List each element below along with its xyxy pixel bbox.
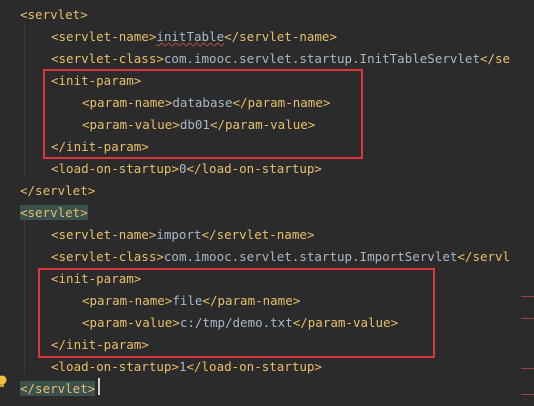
xml-tag: <load-on-startup> xyxy=(51,359,179,374)
code-line[interactable]: <servlet> xyxy=(0,202,534,224)
error-stripe-marker[interactable] xyxy=(521,296,534,297)
xml-tag: </load-on-startup> xyxy=(186,359,322,374)
lightbulb-icon[interactable] xyxy=(0,375,7,389)
error-stripe-marker[interactable] xyxy=(521,318,534,319)
code-line[interactable]: <load-on-startup>1</load-on-startup> xyxy=(0,356,534,378)
xml-text: com.imooc.servlet.startup.InitTableServl… xyxy=(163,51,480,66)
annotation-box-init-param-1 xyxy=(43,69,363,159)
code-line[interactable]: <servlet-name>import</servlet-name> xyxy=(0,224,534,246)
error-stripe-marker[interactable] xyxy=(521,394,534,395)
code-line[interactable]: <servlet-class>com.imooc.servlet.startup… xyxy=(0,48,534,70)
xml-text: initTable xyxy=(156,29,225,44)
xml-tag: </servlet> xyxy=(20,381,96,396)
code-line[interactable]: <servlet> xyxy=(0,4,534,26)
indent-guide xyxy=(24,220,25,374)
xml-tag: </servlet> xyxy=(20,183,96,198)
xml-tag: </servlet-name> xyxy=(201,227,315,242)
xml-text: com.imooc.servlet.startup.ImportServlet xyxy=(163,249,458,264)
text-caret xyxy=(98,378,100,395)
xml-tag: <servlet-name> xyxy=(51,227,157,242)
xml-tag: <load-on-startup> xyxy=(51,161,179,176)
code-editor[interactable]: </servlet> <load-on-startup>1</load-on-st… xyxy=(0,0,534,406)
code-line[interactable]: </servlet> xyxy=(0,180,534,202)
xml-tag: <servlet> xyxy=(20,7,88,22)
xml-tag: </se xyxy=(479,51,511,66)
xml-text: import xyxy=(156,227,202,242)
code-line[interactable]: <servlet-name>initTable</servlet-name> xyxy=(0,26,534,48)
xml-tag: </servl xyxy=(457,249,511,264)
xml-tag: <servlet-class> xyxy=(51,249,164,264)
xml-tag: <servlet> xyxy=(20,205,88,220)
indent-guide xyxy=(24,22,25,176)
xml-tag: </servlet-name> xyxy=(224,29,337,44)
xml-tag: </load-on-startup> xyxy=(186,161,322,176)
code-line[interactable]: </servlet> xyxy=(0,378,534,400)
code-line[interactable]: <load-on-startup>0</load-on-startup> xyxy=(0,158,534,180)
code-line[interactable]: <servlet-class>com.imooc.servlet.startup… xyxy=(0,246,534,268)
xml-tag: <servlet-class> xyxy=(51,51,164,66)
xml-tag: <servlet-name> xyxy=(51,29,157,44)
annotation-box-init-param-2 xyxy=(38,268,435,358)
error-stripe-marker[interactable] xyxy=(521,368,534,369)
